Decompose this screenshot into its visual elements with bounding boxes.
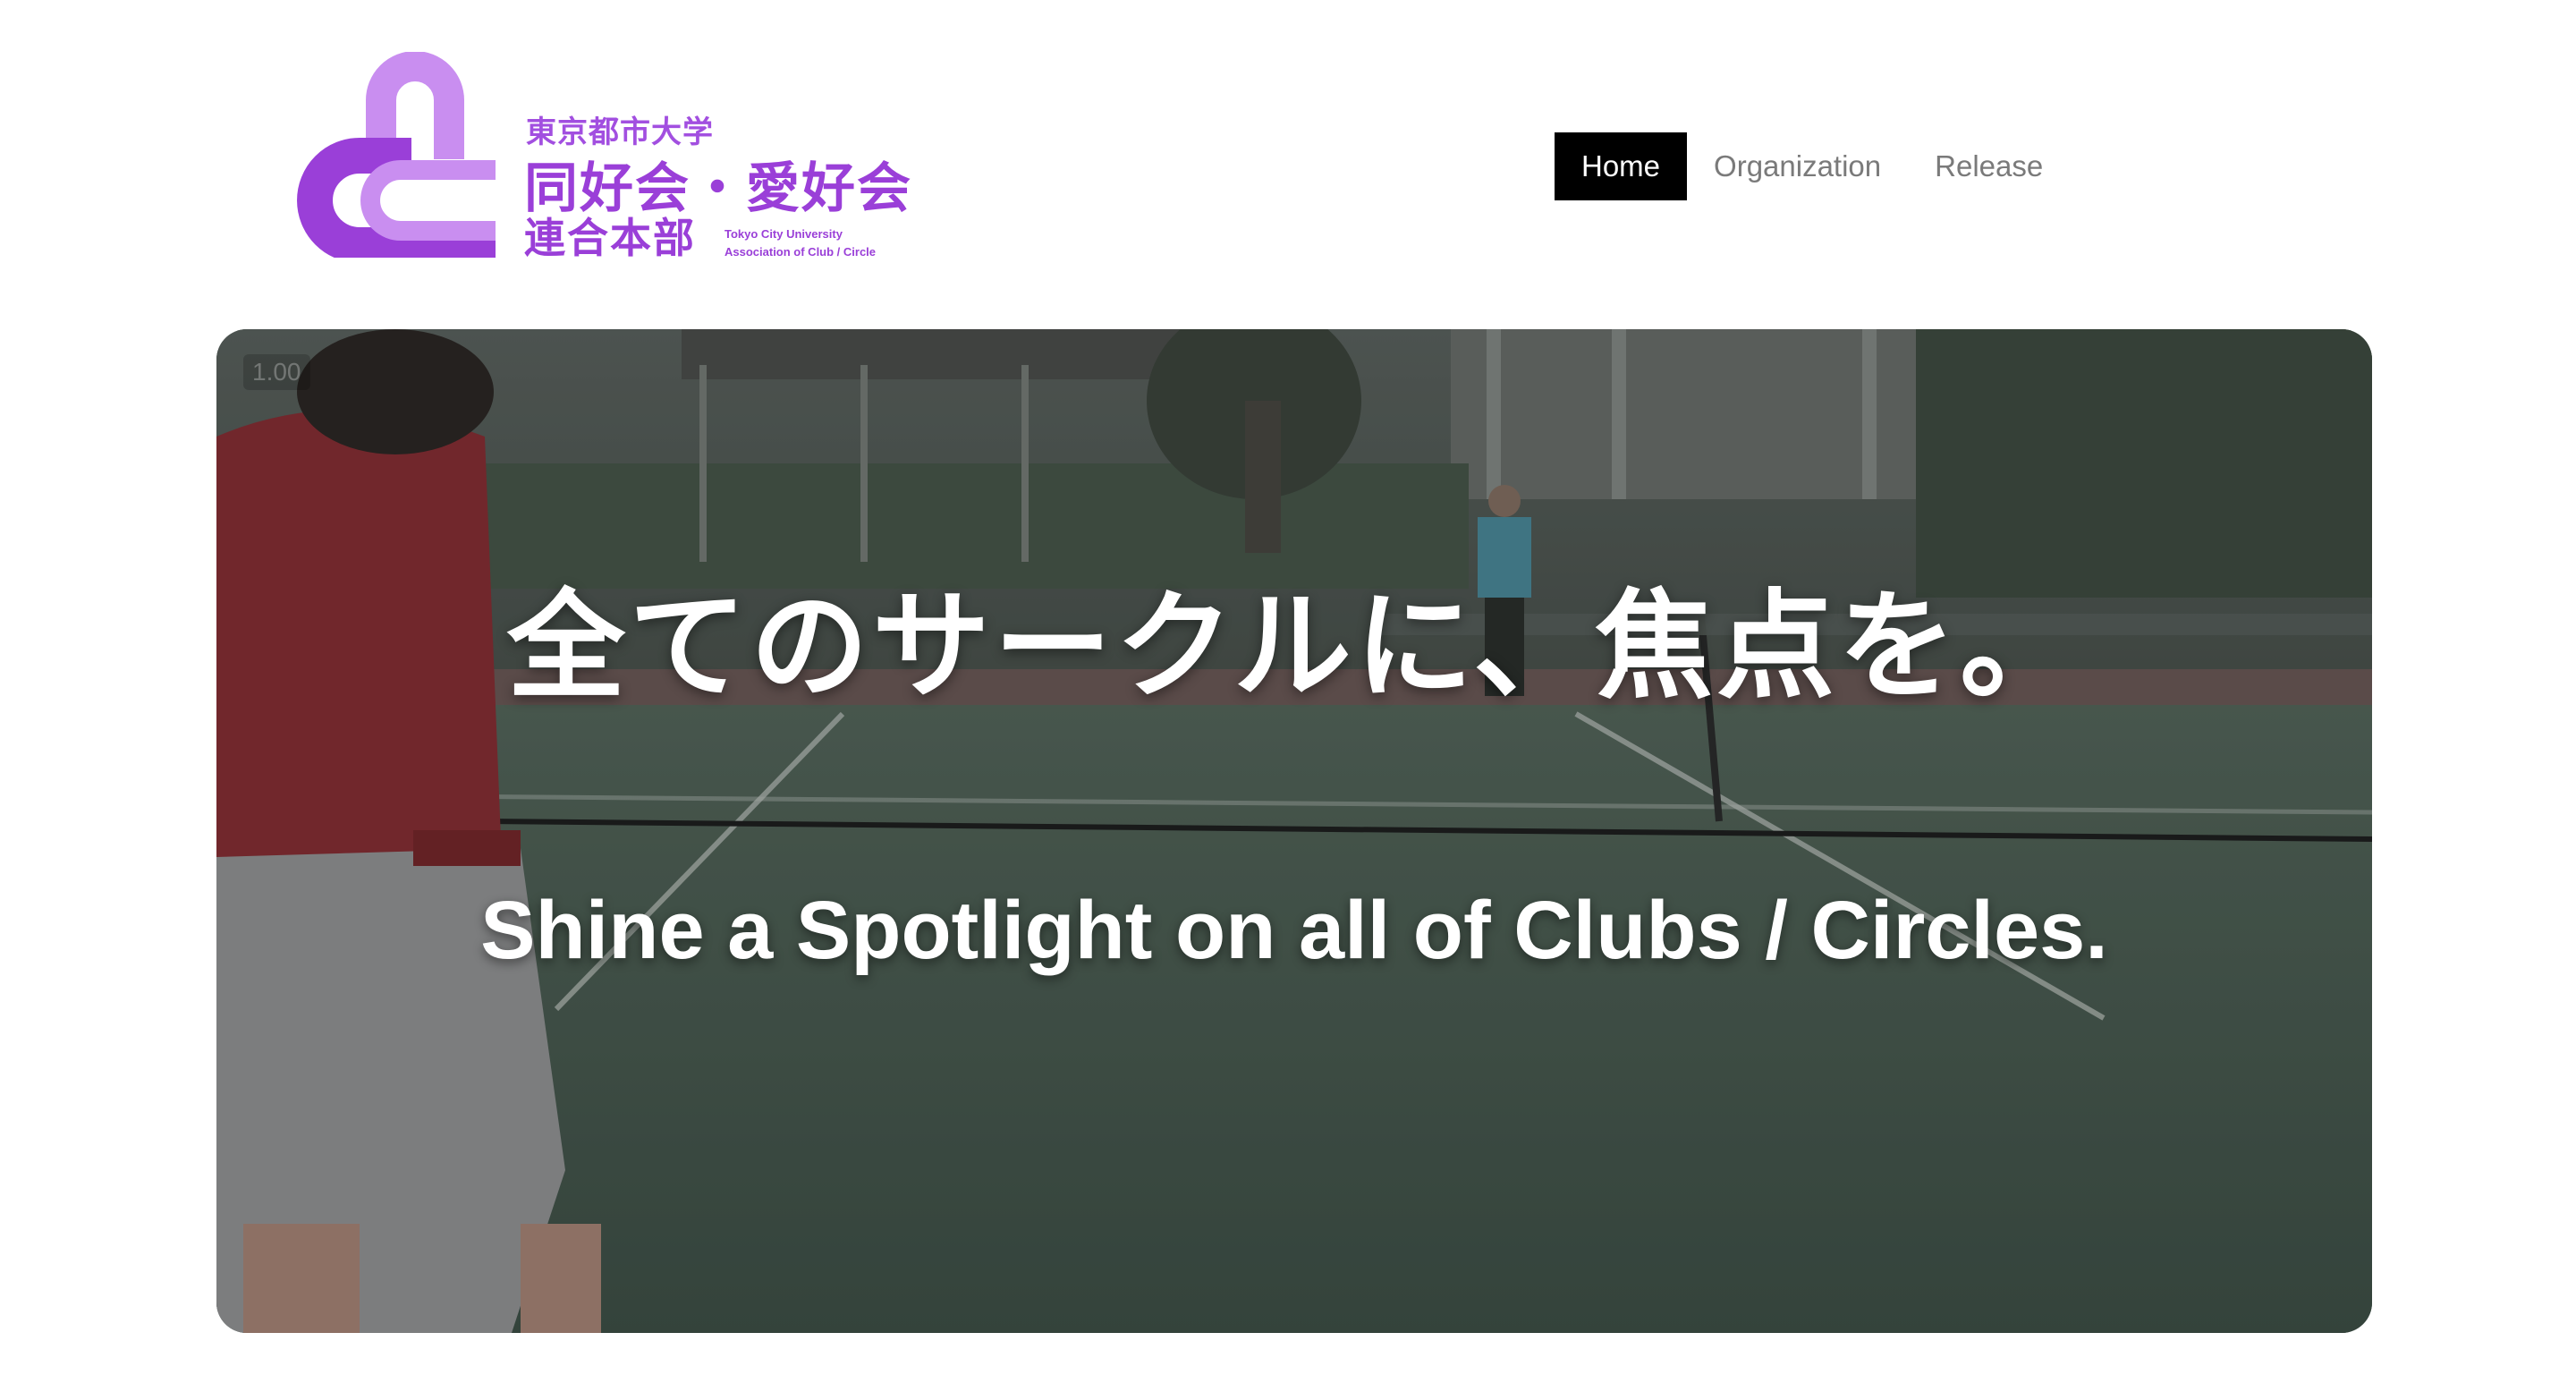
page: 東京都市大学 同好会・愛好会 連合本部 Tokyo City Universit… <box>0 0 2576 1392</box>
logo-headquarters-label: 連合本部 <box>524 214 696 262</box>
logo-english-line-1: Tokyo City University <box>724 227 843 241</box>
nav-item-organization[interactable]: Organization <box>1687 132 1908 200</box>
nav-item-home[interactable]: Home <box>1555 132 1688 200</box>
nav-item-release[interactable]: Release <box>1908 132 2070 200</box>
logo-mark-icon <box>297 52 496 258</box>
hero-title-english: Shine a Spotlight on all of Clubs / Circ… <box>480 885 2108 976</box>
hero-title-japanese: 全てのサークルに、焦点を。 <box>506 578 2082 716</box>
logo-english-line-2: Association of Club / Circle <box>724 245 877 259</box>
hero-video[interactable]: 1.00 全てのサークルに、焦点を。 Shine a Spotlight on … <box>216 329 2372 1333</box>
hero-overlay <box>216 329 2372 1333</box>
playback-speed-indicator: 1.00 <box>243 354 310 390</box>
site-logo[interactable]: 東京都市大学 同好会・愛好会 連合本部 Tokyo City Universit… <box>293 52 937 267</box>
logo-english-text: Tokyo City University Association of Clu… <box>724 225 876 261</box>
main-nav: Home Organization Release <box>1555 132 2070 200</box>
